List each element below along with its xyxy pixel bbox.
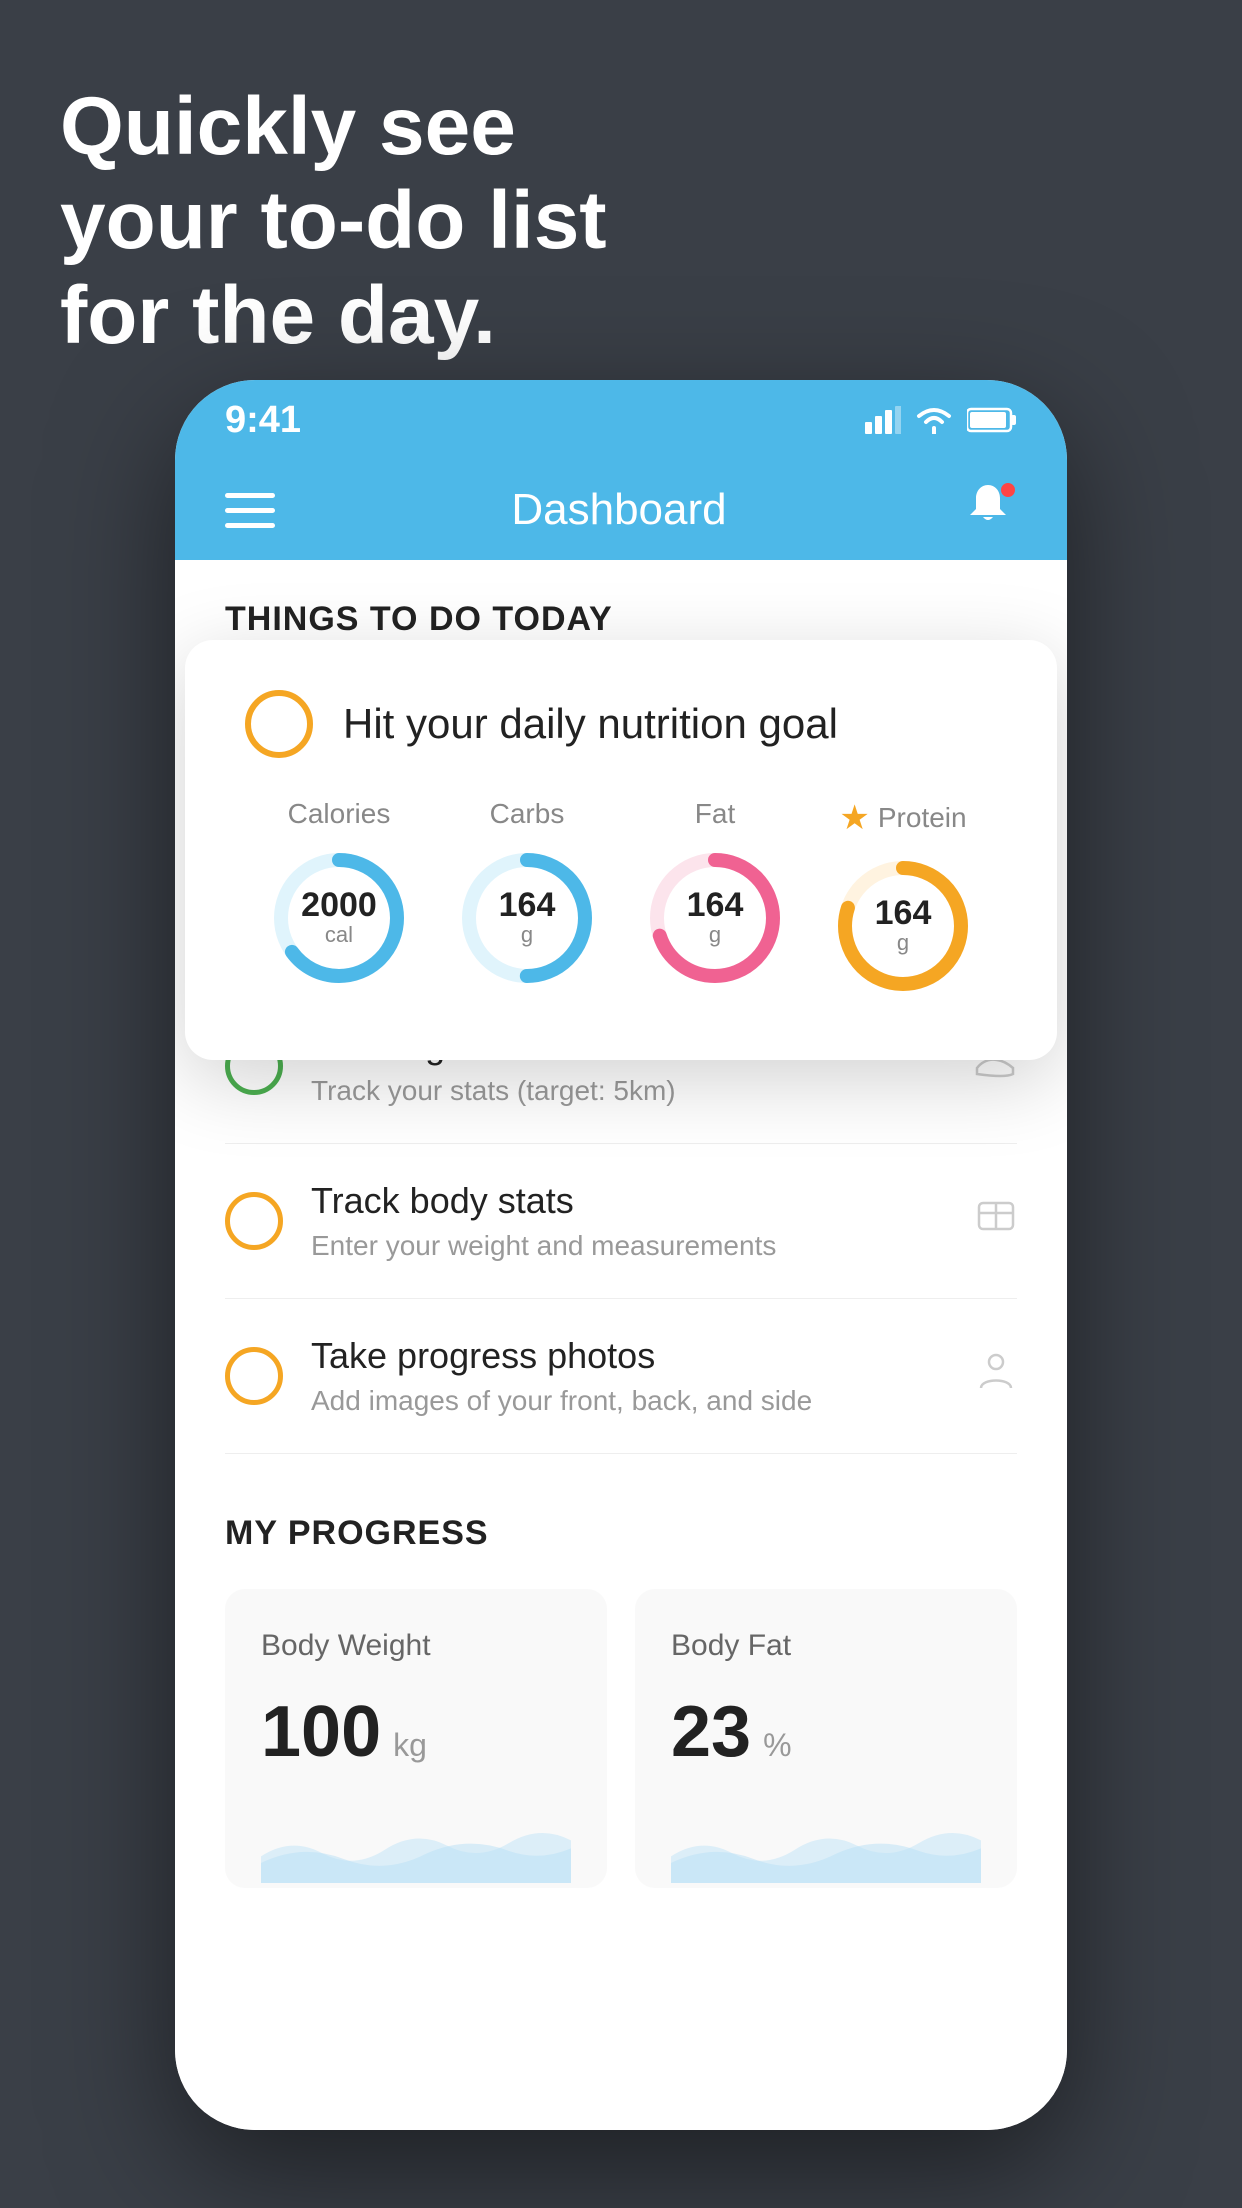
list-item-subtitle: Enter your weight and measurements bbox=[311, 1230, 947, 1262]
nutrition-check-circle[interactable] bbox=[245, 690, 313, 758]
nutrition-item: Calories 2000 cal bbox=[265, 798, 413, 992]
progress-header: MY PROGRESS bbox=[225, 1514, 1017, 1553]
donut-value: 164 bbox=[687, 888, 744, 922]
nutrition-label-row: ★ Protein bbox=[839, 798, 966, 838]
content-area: THINGS TO DO TODAY Hit your daily nutrit… bbox=[175, 560, 1067, 2130]
nutrition-label: Protein bbox=[878, 802, 967, 834]
status-icons bbox=[865, 406, 1017, 434]
nav-title: Dashboard bbox=[511, 485, 726, 535]
list-check-circle bbox=[225, 1192, 283, 1250]
notification-dot bbox=[999, 481, 1017, 499]
list-item[interactable]: Track body stats Enter your weight and m… bbox=[225, 1144, 1017, 1299]
list-item-subtitle: Track your stats (target: 5km) bbox=[311, 1075, 947, 1107]
headline-line1: Quickly see bbox=[60, 80, 607, 174]
nutrition-item: Carbs 164 g bbox=[453, 798, 601, 992]
donut-ring: 164 g bbox=[641, 844, 789, 992]
progress-card-title: Body Weight bbox=[261, 1629, 571, 1663]
donut-unit: g bbox=[687, 922, 744, 948]
nav-bar: Dashboard bbox=[175, 460, 1067, 560]
nutrition-label: Fat bbox=[695, 798, 735, 830]
menu-icon[interactable] bbox=[225, 493, 275, 528]
nutrition-card: Hit your daily nutrition goal Calories 2… bbox=[185, 640, 1057, 1060]
list-item-text: Take progress photos Add images of your … bbox=[311, 1335, 947, 1417]
donut-value: 164 bbox=[499, 888, 556, 922]
donut-center: 164 g bbox=[875, 896, 932, 956]
notification-bell[interactable] bbox=[963, 481, 1017, 539]
progress-cards: Body Weight 100 kg Body Fat 23 % bbox=[225, 1589, 1017, 1888]
donut-unit: cal bbox=[301, 922, 377, 948]
list-item-title: Take progress photos bbox=[311, 1335, 947, 1377]
nutrition-item: ★ Protein 164 g bbox=[829, 798, 977, 1000]
donut-ring: 164 g bbox=[829, 852, 977, 1000]
phone-shell: 9:41 Dashboard bbox=[175, 380, 1067, 2130]
donut-center: 164 g bbox=[687, 888, 744, 948]
list-item-subtitle: Add images of your front, back, and side bbox=[311, 1385, 947, 1417]
list-item-icon bbox=[975, 1350, 1017, 1402]
donut-unit: g bbox=[499, 922, 556, 948]
signal-icon bbox=[865, 406, 901, 434]
list-item-text: Track body stats Enter your weight and m… bbox=[311, 1180, 947, 1262]
status-bar: 9:41 bbox=[175, 380, 1067, 460]
progress-section: MY PROGRESS Body Weight 100 kg Body Fat … bbox=[175, 1454, 1067, 1928]
donut-ring: 2000 cal bbox=[265, 844, 413, 992]
list-item-icon bbox=[975, 1195, 1017, 1247]
status-time: 9:41 bbox=[225, 399, 301, 442]
list-check-circle bbox=[225, 1347, 283, 1405]
progress-number: 100 bbox=[261, 1691, 381, 1773]
list-item-title: Track body stats bbox=[311, 1180, 947, 1222]
progress-card[interactable]: Body Fat 23 % bbox=[635, 1589, 1017, 1888]
donut-ring: 164 g bbox=[453, 844, 601, 992]
nutrition-card-header: Hit your daily nutrition goal bbox=[245, 690, 997, 758]
progress-unit: kg bbox=[393, 1727, 427, 1764]
headline-line2: your to-do list bbox=[60, 174, 607, 268]
donut-value: 2000 bbox=[301, 888, 377, 922]
progress-card-title: Body Fat bbox=[671, 1629, 981, 1663]
nutrition-circles: Calories 2000 cal Carbs 164 g Fat bbox=[245, 798, 997, 1000]
progress-card-value: 23 % bbox=[671, 1691, 981, 1773]
headline: Quickly see your to-do list for the day. bbox=[60, 80, 607, 363]
progress-card[interactable]: Body Weight 100 kg bbox=[225, 1589, 607, 1888]
nutrition-item: Fat 164 g bbox=[641, 798, 789, 992]
donut-unit: g bbox=[875, 930, 932, 956]
nutrition-label: Calories bbox=[288, 798, 391, 830]
nutrition-label: Carbs bbox=[490, 798, 565, 830]
donut-center: 164 g bbox=[499, 888, 556, 948]
donut-value: 164 bbox=[875, 896, 932, 930]
progress-card-value: 100 kg bbox=[261, 1691, 571, 1773]
headline-line3: for the day. bbox=[60, 269, 607, 363]
wifi-icon bbox=[915, 406, 953, 434]
progress-unit: % bbox=[763, 1727, 791, 1764]
donut-center: 2000 cal bbox=[301, 888, 377, 948]
progress-number: 23 bbox=[671, 1691, 751, 1773]
list-item[interactable]: Take progress photos Add images of your … bbox=[225, 1299, 1017, 1454]
nutrition-card-title: Hit your daily nutrition goal bbox=[343, 700, 838, 748]
star-icon: ★ bbox=[839, 798, 869, 838]
battery-icon bbox=[967, 407, 1017, 433]
